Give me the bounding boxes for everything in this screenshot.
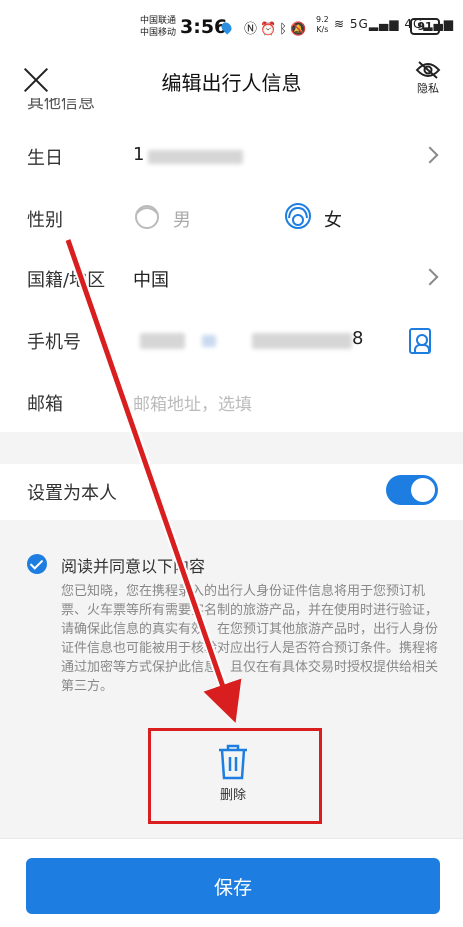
agreement-title: 阅读并同意以下内容 [61, 557, 206, 576]
email-field[interactable]: 邮箱地址，选填 [133, 390, 252, 415]
carrier-2: 中国移动 [140, 28, 177, 38]
birthday-label: 生日 [27, 148, 63, 169]
agreement-text: 您已知晓，您在携程录入的出行人身份证件信息将用于您预订机票、火车票等所有需要实名… [61, 584, 439, 694]
male-label: 男 [173, 210, 191, 231]
phone-row: 手机号 8 [0, 310, 463, 372]
annotation-highlight-box [148, 728, 322, 824]
signal-5g-icon: 5G▂▄▆ [349, 17, 400, 31]
system-icons: Ⓝ⏰ᛒ🔕 [244, 18, 309, 37]
chevron-right-icon [421, 268, 439, 286]
phone-redacted-3 [252, 333, 352, 349]
chevron-right-icon [421, 146, 439, 164]
gender-row: 性别 男 女 [0, 188, 463, 250]
carrier-1: 中国联通 [140, 16, 177, 26]
nfc-icon: Ⓝ [244, 22, 261, 37]
email-label: 邮箱 [27, 394, 63, 415]
contacts-icon[interactable] [409, 328, 431, 354]
nationality-label: 国籍/地区 [27, 270, 106, 291]
section-divider [0, 432, 463, 464]
nationality-value: 中国 [133, 270, 169, 291]
save-button[interactable]: 保存 [26, 858, 440, 914]
phone-value[interactable]: 8 [352, 328, 363, 349]
gender-option-male[interactable]: 男 [133, 200, 213, 236]
gender-option-female[interactable]: 女 [284, 200, 364, 236]
eye-off-icon [415, 61, 441, 79]
set-self-toggle[interactable] [386, 475, 438, 505]
set-self-row: 设置为本人 [0, 462, 463, 520]
bluetooth-icon: ᛒ [279, 22, 291, 37]
bottom-bar: 保存 [0, 838, 463, 927]
wifi-icon: ≋ [334, 17, 346, 31]
mute-icon: 🔕 [290, 22, 310, 37]
privacy-label: 隐私 [417, 82, 439, 95]
checkbox-checked-icon[interactable] [27, 554, 47, 574]
privacy-button[interactable]: 隐私 [410, 60, 446, 104]
female-avatar-icon [285, 203, 311, 229]
female-label: 女 [324, 210, 342, 231]
set-self-label: 设置为本人 [27, 483, 117, 504]
page-title: 编辑出行人信息 [161, 71, 302, 95]
email-row: 邮箱 邮箱地址，选填 [0, 372, 463, 434]
network-speed: 9.2 K/s [316, 15, 329, 34]
birthday-row[interactable]: 生日 1 [0, 126, 463, 188]
battery-icon: 91 [410, 18, 443, 35]
carrier-names: 中国联通 中国移动 [140, 15, 176, 39]
section-label-other-info: 其他信息 [27, 98, 95, 113]
birthday-value: 1 [133, 144, 145, 165]
nationality-row[interactable]: 国籍/地区 中国 [0, 248, 463, 310]
birthday-redacted [148, 150, 243, 164]
male-avatar-icon [135, 205, 159, 229]
phone-redacted-1 [140, 333, 185, 349]
phone-redacted-2 [202, 335, 216, 347]
status-bar: 中国联通 中国移动 3:56 Ⓝ⏰ᛒ🔕 9.2 K/s ≋ 5G▂▄▆ 4G▂▄… [0, 0, 463, 52]
alarm-icon: ⏰ [260, 22, 280, 37]
phone-label: 手机号 [27, 332, 81, 353]
gender-label: 性别 [27, 210, 63, 231]
